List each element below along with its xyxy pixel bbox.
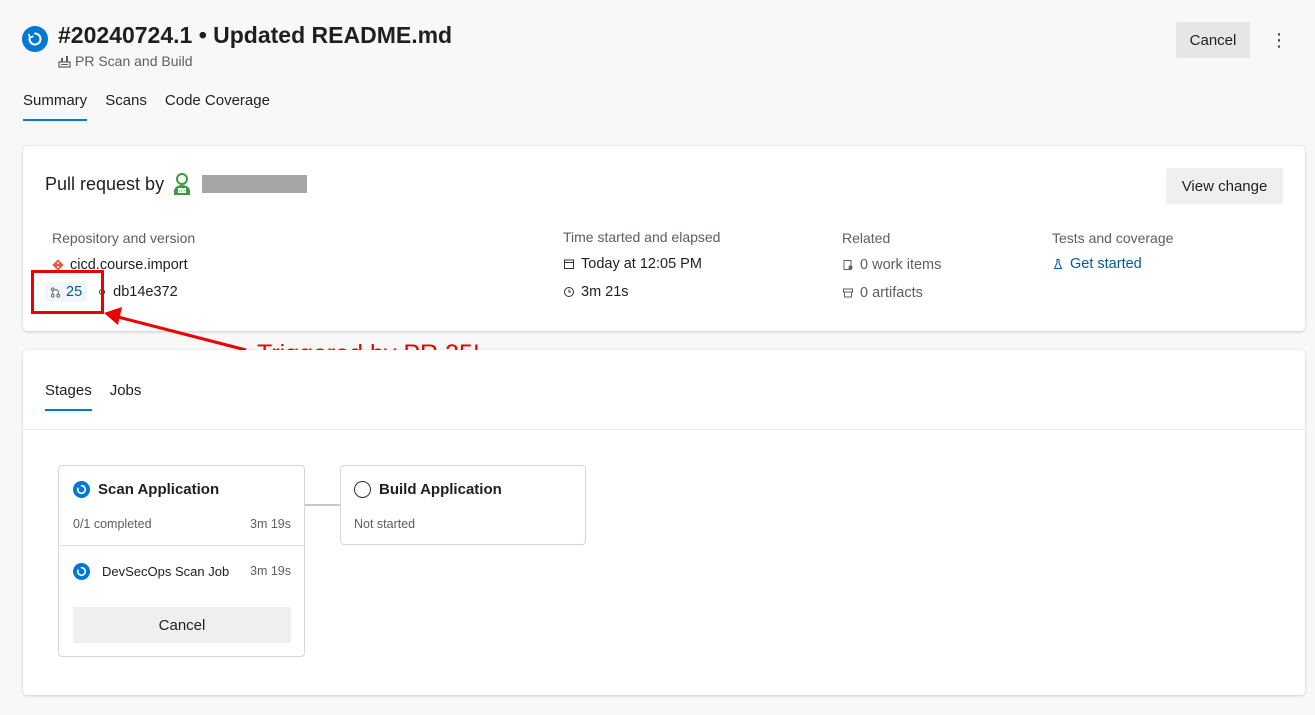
- artifact-box-icon: [843, 288, 853, 298]
- view-change-button[interactable]: View change: [1166, 168, 1283, 204]
- job-running-icon: [73, 563, 90, 580]
- related-label: Related: [842, 230, 891, 246]
- svg-text:</>: </>: [178, 188, 186, 193]
- pipeline-icon: [58, 55, 71, 68]
- flask-icon: [1053, 259, 1063, 269]
- artifacts-count: 0 artifacts: [860, 285, 923, 301]
- work-items-link[interactable]: 0 work items: [842, 257, 941, 273]
- summary-card: Pull request by </> View change Reposito…: [23, 146, 1305, 331]
- stages-divider: [23, 429, 1305, 430]
- commit-id[interactable]: db14e372: [113, 284, 178, 300]
- run-status-running-icon: [22, 26, 48, 52]
- not-started-icon: [354, 481, 371, 498]
- run-tabs: Summary Scans Code Coverage: [23, 92, 270, 121]
- pull-request-by: Pull request by </>: [45, 172, 308, 196]
- stage-name: Scan Application: [98, 481, 220, 498]
- stage-duration: 3m 19s: [250, 517, 291, 531]
- pipeline-name: PR Scan and Build: [75, 53, 193, 69]
- cancel-run-button[interactable]: Cancel: [1176, 22, 1250, 58]
- job-name: DevSecOps Scan Job: [102, 564, 230, 579]
- tests-label: Tests and coverage: [1052, 230, 1174, 246]
- time-elapsed-value: 3m 21s: [581, 284, 629, 300]
- stages-card: Stages Jobs Scan Application 0/1 complet…: [23, 350, 1305, 695]
- more-options-icon[interactable]: ⋮: [1268, 26, 1290, 54]
- artifacts-link[interactable]: 0 artifacts: [842, 285, 923, 301]
- run-title: #20240724.1 • Updated README.md: [58, 22, 453, 48]
- job-row[interactable]: DevSecOps Scan Job: [73, 563, 229, 580]
- time-label: Time started and elapsed: [563, 229, 721, 245]
- stage-build-application[interactable]: Build Application Not started: [340, 465, 586, 545]
- redacted-username: [202, 175, 308, 193]
- stage-title: Scan Application: [73, 481, 219, 498]
- pipeline-link[interactable]: PR Scan and Build: [58, 53, 193, 69]
- stage-scan-application[interactable]: Scan Application 0/1 completed 3m 19s De…: [58, 465, 305, 657]
- tab-jobs[interactable]: Jobs: [110, 382, 142, 411]
- stage-name: Build Application: [379, 481, 502, 498]
- stages-tabs: Stages Jobs: [45, 382, 141, 411]
- time-started: Today at 12:05 PM: [563, 256, 702, 272]
- time-started-value: Today at 12:05 PM: [581, 256, 702, 272]
- stage-status: 0/1 completed: [73, 517, 152, 531]
- tab-stages[interactable]: Stages: [45, 382, 92, 411]
- running-icon: [73, 481, 90, 498]
- pull-request-by-label: Pull request by: [45, 173, 165, 194]
- work-item-icon: [843, 260, 853, 270]
- stage-title: Build Application: [354, 481, 502, 498]
- work-items-count: 0 work items: [860, 257, 942, 273]
- time-elapsed: 3m 21s: [563, 284, 629, 300]
- clock-icon: [564, 287, 574, 297]
- job-duration: 3m 19s: [250, 564, 291, 578]
- tab-summary[interactable]: Summary: [23, 92, 88, 121]
- stage-connector: [305, 504, 340, 506]
- tab-scans[interactable]: Scans: [105, 92, 147, 121]
- repository-label: Repository and version: [52, 230, 196, 246]
- stage-divider: [59, 545, 304, 546]
- get-started-link[interactable]: Get started: [1052, 256, 1142, 272]
- tab-code-coverage[interactable]: Code Coverage: [165, 92, 270, 121]
- annotation-highlight-box: [31, 270, 104, 314]
- stage-status: Not started: [354, 517, 416, 531]
- annotation-arrow: [104, 307, 247, 352]
- get-started-text: Get started: [1070, 256, 1142, 272]
- developer-avatar-icon: </>: [174, 173, 191, 195]
- calendar-icon: [564, 259, 574, 269]
- cancel-stage-button[interactable]: Cancel: [73, 607, 291, 643]
